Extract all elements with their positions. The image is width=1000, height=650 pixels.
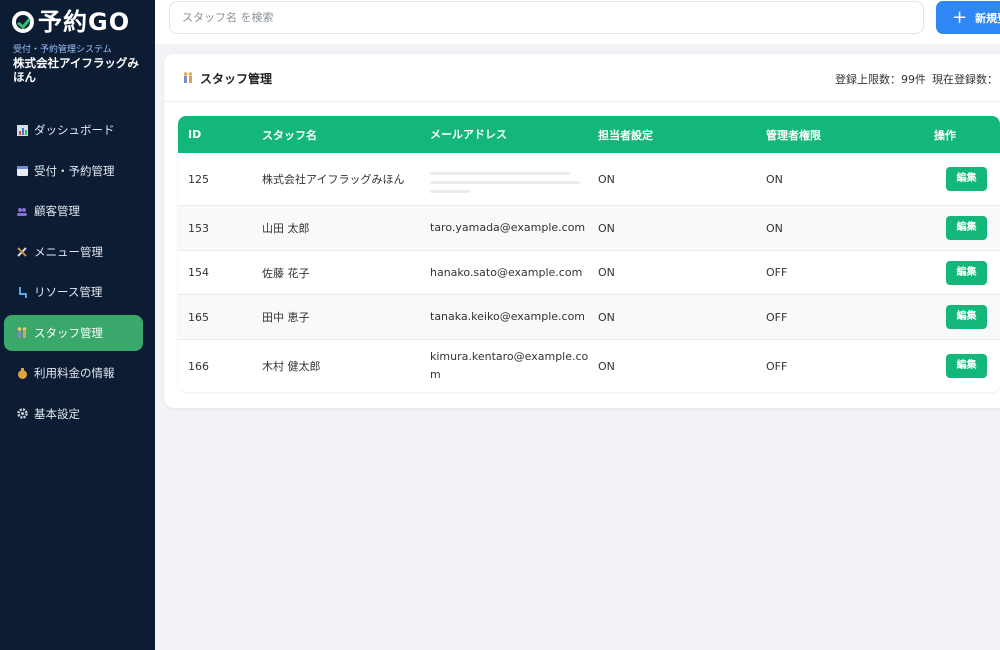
edit-button[interactable]: 編集 [946,305,987,329]
cell-staff-setting: ON [598,266,615,279]
cell-action: 編集 [934,305,1000,329]
cell-staff-setting: ON [598,221,615,235]
header-name: スタッフ名 [262,128,317,142]
current-count-text: 現在登録数： [932,73,998,86]
sidebar-item-label: 顧客管理 [34,204,80,218]
bar-chart-icon [16,124,28,136]
cell-name: 佐藤 花子 [262,266,310,280]
sidebar-item-customers[interactable]: 顧客管理 [4,193,143,229]
cell-admin: OFF [766,359,788,373]
users-icon [16,205,28,217]
staff-table: ID スタッフ名 メールアドレス 担当者設定 管理者権限 操作 125 株式会社… [178,116,1000,392]
table-row: 153 山田 太郎 taro.yamada@example.com ON ON … [178,206,1000,251]
registration-limits: 登録上限数：99件 現在登録数： [835,71,1000,87]
cell-email: hanako.sato@example.com [430,265,583,279]
company-name: 株式会社アイフラッグみほん [13,56,139,84]
sidebar-item-label: スタッフ管理 [34,325,103,340]
cell-id: 125 [188,172,209,186]
gear-icon [16,408,28,420]
logo[interactable]: 予約GO [12,9,130,35]
cell-admin: ON [766,172,783,186]
header-staff-setting: 担当者設定 [598,128,653,142]
sidebar-item-label: ダッシュボード [34,123,115,137]
topbar: + 新規登 [155,0,1000,44]
table-row: 165 田中 恵子 tanaka.keiko@example.com ON OF… [178,295,1000,340]
header-action: 操作 [934,128,956,142]
sidebar: 予約GO 受付・予約管理システム 株式会社アイフラッグみほん ダッシュボード 受… [0,0,155,650]
page-title-text: スタッフ管理 [200,72,273,86]
cell-admin: ON [766,221,783,235]
cell-admin: OFF [766,310,788,324]
table-row: 166 木村 健太郎 kimura.kentaro@example.com ON… [178,340,1000,392]
staff-panel: スタッフ管理 登録上限数：99件 現在登録数： ID スタッフ名 メールアドレス … [164,54,1000,408]
cell-action: 編集 [934,167,1000,191]
sidebar-item-label: 利用料金の情報 [34,366,115,380]
tools-icon [16,246,28,258]
cell-id: 154 [188,266,209,279]
cell-staff-setting: ON [598,359,615,373]
chair-icon [16,286,28,298]
search-input[interactable] [169,1,924,34]
edit-button[interactable]: 編集 [946,260,987,285]
cell-id: 153 [188,221,209,235]
limit-text: 登録上限数：99件 [835,73,926,86]
edit-button[interactable]: 編集 [946,216,987,240]
plus-icon: + [952,6,968,28]
page-title: スタッフ管理 [182,70,272,87]
sidebar-item-reservations[interactable]: 受付・予約管理 [4,153,143,189]
sidebar-item-staff[interactable]: スタッフ管理 [4,314,143,351]
check-circle-icon [12,11,34,33]
new-staff-button[interactable]: + 新規登 [936,1,1000,34]
cell-name: 木村 健太郎 [262,360,321,373]
cell-staff-setting: ON [598,310,615,324]
sidebar-item-label: 受付・予約管理 [34,163,115,178]
cell-email-redacted [430,166,598,193]
cell-email: kimura.kentaro@example.com [430,350,589,381]
new-button-label: 新規登 [975,11,1000,25]
panel-header: スタッフ管理 登録上限数：99件 現在登録数： [164,54,1000,102]
cell-id: 166 [188,359,209,373]
sidebar-item-menu[interactable]: メニュー管理 [4,234,143,270]
cell-staff-setting: ON [598,172,615,186]
cell-email: tanaka.keiko@example.com [430,310,586,323]
sidebar-item-label: 基本設定 [34,406,80,421]
cell-action: 編集 [934,216,1000,240]
money-bag-icon [16,367,28,379]
sidebar-item-label: メニュー管理 [34,244,103,259]
cell-id: 165 [188,310,209,324]
cell-name: 山田 太郎 [262,222,310,235]
table-row: 125 株式会社アイフラッグみほん ON ON 編集 [178,153,1000,206]
header-admin: 管理者権限 [766,128,821,142]
table-row: 154 佐藤 花子 hanako.sato@example.com ON OFF… [178,251,1000,295]
cell-action: 編集 [934,354,1000,378]
staff-icon [16,327,28,339]
staff-icon [182,71,194,86]
sidebar-item-settings[interactable]: 基本設定 [4,396,143,432]
sidebar-item-billing[interactable]: 利用料金の情報 [4,355,143,391]
cell-name: 田中 恵子 [262,311,310,324]
cell-name: 株式会社アイフラッグみほん [262,173,405,186]
table-header: ID スタッフ名 メールアドレス 担当者設定 管理者権限 操作 [178,116,1000,153]
sidebar-item-resources[interactable]: リソース管理 [4,274,143,310]
system-subtitle: 受付・予約管理システム [13,45,112,55]
sidebar-nav: ダッシュボード 受付・予約管理 顧客管理 メニュー管理 リソース管理 スタッフ管… [4,112,143,436]
calendar-icon [16,165,28,177]
edit-button[interactable]: 編集 [946,354,987,378]
logo-text: 予約GO [38,8,131,36]
sidebar-item-dashboard[interactable]: ダッシュボード [4,112,143,148]
header-email: メールアドレス [430,127,507,141]
edit-button[interactable]: 編集 [946,167,987,191]
cell-action: 編集 [934,260,1000,285]
sidebar-item-label: リソース管理 [34,285,103,299]
header-id: ID [188,128,202,141]
cell-email: taro.yamada@example.com [430,221,586,234]
cell-admin: OFF [766,266,788,279]
